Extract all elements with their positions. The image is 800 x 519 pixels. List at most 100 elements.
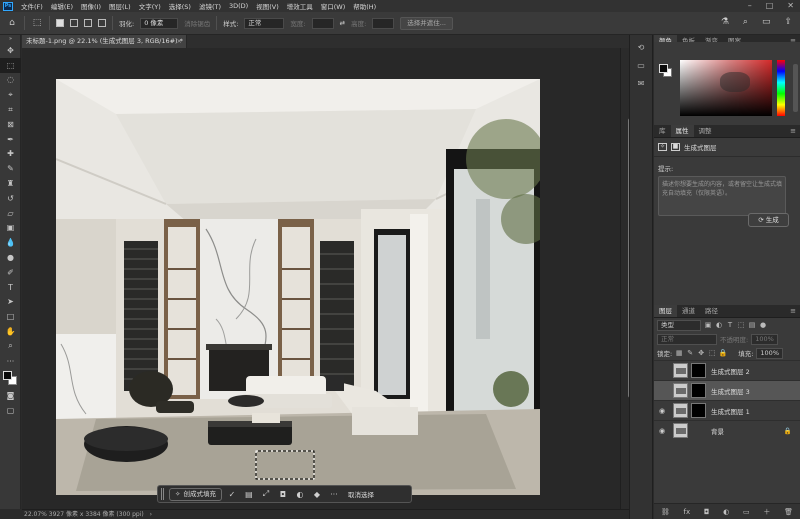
- tab-layers[interactable]: 图层: [654, 305, 677, 317]
- color-panel-scrollbar[interactable]: [793, 64, 798, 112]
- canvas-image[interactable]: [56, 79, 540, 495]
- frame-tool-icon[interactable]: ⊠: [0, 117, 21, 132]
- comments-icon[interactable]: ▭: [630, 59, 652, 71]
- add-mask-icon[interactable]: ◘: [704, 508, 710, 516]
- screen-mode-icon[interactable]: ▢: [0, 403, 21, 418]
- filter-toggle-icon[interactable]: ●: [759, 321, 767, 329]
- document-tab[interactable]: 未标题-1.png @ 22.1% (生成式图层 3, RGB/16#) * ×: [22, 35, 187, 48]
- maximize-icon[interactable]: □: [766, 0, 774, 12]
- history-brush-tool-icon[interactable]: ↺: [0, 191, 21, 206]
- properties-menu-icon[interactable]: ≡: [786, 125, 800, 137]
- layer-kind-filter[interactable]: 类型: [657, 319, 701, 331]
- menu-select[interactable]: 选择(S): [165, 1, 195, 11]
- new-adjustment-icon[interactable]: ◐: [723, 508, 729, 516]
- adjustment-icon[interactable]: ◐: [293, 488, 307, 501]
- fill-input[interactable]: 100%: [756, 347, 783, 359]
- menu-type[interactable]: 文字(Y): [135, 1, 165, 11]
- eye-icon[interactable]: ◉: [656, 407, 668, 415]
- generative-fill-button[interactable]: ✧ 创成式填充: [169, 487, 222, 501]
- layers-menu-icon[interactable]: ≡: [786, 305, 800, 317]
- type-filter-icon[interactable]: T: [726, 321, 734, 329]
- width-input[interactable]: [311, 17, 334, 29]
- clone-stamp-tool-icon[interactable]: ♜: [0, 176, 21, 191]
- layer-mask-thumbnail[interactable]: [691, 383, 706, 398]
- rectangular-marquee-tool-icon[interactable]: ⬚: [0, 57, 21, 73]
- prompt-input[interactable]: 描述你想要生成的内容，或者留空让生成式填充自动填充（仅限英语）。: [658, 176, 786, 216]
- color-picker-field[interactable]: [680, 60, 772, 116]
- hand-tool-icon[interactable]: ✋: [0, 324, 21, 339]
- path-selection-tool-icon[interactable]: ➤: [0, 295, 21, 310]
- add-selection-icon[interactable]: [70, 19, 78, 27]
- collapse-toolbar-icon[interactable]: »: [0, 35, 21, 43]
- quick-mask-icon[interactable]: ◙: [0, 389, 21, 404]
- close-document-icon[interactable]: ×: [177, 35, 182, 48]
- menu-file[interactable]: 文件(F): [17, 1, 47, 11]
- crop-tool-icon[interactable]: ⌗: [0, 102, 21, 117]
- tab-libraries[interactable]: 库: [654, 125, 671, 137]
- blur-tool-icon[interactable]: 💧: [0, 235, 21, 250]
- layer-style-icon[interactable]: fx: [684, 508, 691, 516]
- opacity-input[interactable]: 100%: [751, 333, 778, 345]
- antialias-checkbox[interactable]: 消除锯齿: [184, 18, 210, 28]
- new-layer-icon[interactable]: ＋: [763, 507, 770, 517]
- close-icon[interactable]: ✕: [787, 0, 794, 12]
- eye-icon[interactable]: ◉: [656, 427, 668, 435]
- layer-row-generative-3[interactable]: 生成式图层 3: [654, 380, 800, 400]
- search-icon[interactable]: ⌕: [743, 17, 748, 27]
- hue-slider[interactable]: [777, 60, 785, 116]
- subtract-selection-icon[interactable]: [84, 19, 92, 27]
- blend-mode-select[interactable]: 正常: [657, 333, 717, 345]
- cancel-selection-button[interactable]: 取消选择: [344, 489, 378, 499]
- dodge-tool-icon[interactable]: ●: [0, 250, 21, 265]
- layer-row-background[interactable]: ◉ 背景 🔒: [654, 420, 800, 440]
- healing-brush-tool-icon[interactable]: ✚: [0, 147, 21, 162]
- select-and-mask-button[interactable]: 选择并遮住...: [400, 16, 453, 30]
- feather-input[interactable]: 0 像素: [140, 17, 179, 29]
- notes-icon[interactable]: ✉: [630, 77, 652, 89]
- link-layers-icon[interactable]: ⛓: [661, 508, 670, 516]
- lasso-tool-icon[interactable]: ◌: [0, 73, 21, 88]
- color-swatches[interactable]: [0, 369, 21, 389]
- delete-layer-icon[interactable]: 🗑: [784, 508, 793, 516]
- zoom-tool-icon[interactable]: ⌕: [0, 339, 21, 354]
- new-group-icon[interactable]: ▭: [743, 508, 750, 516]
- pixel-filter-icon[interactable]: ▣: [704, 321, 712, 329]
- menu-plugins[interactable]: 增效工具: [283, 1, 317, 11]
- lock-all-icon[interactable]: 🔒: [719, 349, 728, 357]
- layer-row-generative-2[interactable]: 生成式图层 2: [654, 360, 800, 380]
- marquee-preset-icon[interactable]: ⬚: [31, 17, 43, 29]
- menu-edit[interactable]: 编辑(E): [47, 1, 77, 11]
- rectangle-tool-icon[interactable]: □: [0, 309, 21, 324]
- menu-view[interactable]: 视图(V): [252, 1, 283, 11]
- eyedropper-tool-icon[interactable]: ✒: [0, 132, 21, 147]
- vertical-scrollbar[interactable]: [620, 48, 633, 509]
- lock-image-icon[interactable]: ✎: [686, 349, 694, 357]
- tab-properties[interactable]: 属性: [670, 125, 694, 137]
- eraser-tool-icon[interactable]: ▱: [0, 206, 21, 221]
- transform-selection-icon[interactable]: ⤢: [259, 488, 273, 501]
- home-icon[interactable]: ⌂: [6, 17, 18, 29]
- type-tool-icon[interactable]: T: [0, 280, 21, 295]
- lock-transparent-icon[interactable]: ▦: [675, 349, 683, 357]
- history-icon[interactable]: ⟲: [630, 41, 652, 53]
- menu-help[interactable]: 帮助(H): [349, 1, 380, 11]
- status-arrow-icon[interactable]: ›: [150, 511, 152, 518]
- smart-object-filter-icon[interactable]: ▤: [748, 321, 756, 329]
- tab-adjustments[interactable]: 调整: [694, 125, 717, 137]
- generate-button[interactable]: ⟳ 生成: [748, 213, 789, 227]
- workspace-icon[interactable]: ▭: [762, 17, 771, 27]
- menu-image[interactable]: 图像(I): [77, 1, 105, 11]
- mask-icon[interactable]: ◘: [276, 488, 290, 501]
- layer-row-generative-1[interactable]: ◉ 生成式图层 1: [654, 400, 800, 420]
- invert-selection-icon[interactable]: ▤: [242, 488, 256, 501]
- menu-filter[interactable]: 滤镜(T): [195, 1, 225, 11]
- modify-selection-icon[interactable]: ✓: [225, 488, 239, 501]
- swap-icon[interactable]: ⇄: [340, 19, 345, 27]
- lock-position-icon[interactable]: ✥: [697, 349, 705, 357]
- intersect-selection-icon[interactable]: [98, 19, 106, 27]
- drag-handle-icon[interactable]: [161, 488, 164, 500]
- fill-selection-icon[interactable]: ◆: [310, 488, 324, 501]
- style-select[interactable]: 正常: [244, 17, 285, 29]
- share-icon[interactable]: ⇪: [784, 17, 792, 27]
- panel-foreground-swatch[interactable]: [659, 64, 668, 73]
